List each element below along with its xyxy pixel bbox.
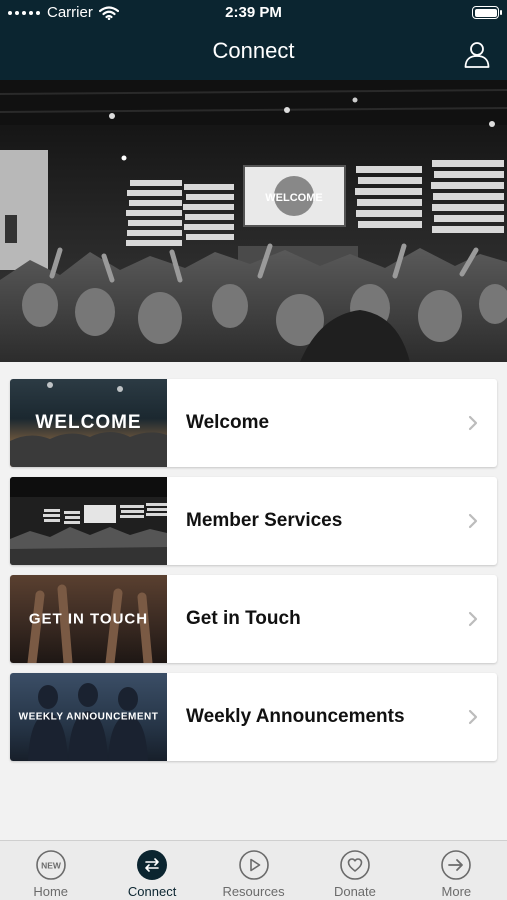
list-item-weekly-announcements[interactable]: WEEKLY ANNOUNCEMENT Weekly Announcements: [10, 673, 497, 761]
new-badge-icon: NEW: [35, 850, 66, 880]
hero-screen-text: WELCOME: [265, 192, 322, 204]
stage-graphic: [10, 477, 167, 565]
tab-bar: NEW Home Connect Resources Donate More: [0, 840, 507, 900]
swap-arrows-icon: [137, 850, 168, 880]
thumb-label: WEEKLY ANNOUNCEMENT: [18, 711, 159, 723]
tab-label: Connect: [127, 884, 177, 899]
tab-label: More: [441, 884, 472, 899]
status-bar: Carrier 2:39 PM: [0, 0, 507, 26]
card-title: Member Services: [186, 510, 343, 531]
chevron-right-icon: [468, 611, 478, 627]
tab-home-badge-text: NEW: [41, 861, 62, 871]
member-services-thumbnail: [10, 477, 167, 565]
tab-label: Resources: [222, 884, 285, 899]
card-title: Welcome: [186, 412, 270, 433]
tab-home[interactable]: NEW Home: [0, 841, 101, 900]
connect-list: WELCOME Welcome Member Services GET IN T…: [10, 379, 497, 771]
tab-label: Home: [33, 884, 69, 899]
welcome-thumbnail: WELCOME: [10, 379, 167, 467]
tab-label: Donate: [333, 884, 376, 899]
list-item-member-services[interactable]: Member Services: [10, 477, 497, 565]
get-in-touch-thumbnail: GET IN TOUCH: [10, 575, 167, 663]
chevron-right-icon: [468, 709, 478, 725]
top-bar: Carrier 2:39 PM Connect: [0, 0, 507, 80]
list-item-get-in-touch[interactable]: GET IN TOUCH Get in Touch: [10, 575, 497, 663]
thumb-label: WELCOME: [35, 412, 142, 433]
status-time: 2:39 PM: [225, 4, 282, 21]
tab-connect[interactable]: Connect: [101, 841, 202, 900]
list-item-welcome[interactable]: WELCOME Welcome: [10, 379, 497, 467]
weekly-announcement-thumbnail: WEEKLY ANNOUNCEMENT: [10, 673, 167, 761]
tab-donate[interactable]: Donate: [304, 841, 405, 900]
thumb-label: GET IN TOUCH: [28, 610, 149, 628]
tab-more[interactable]: More: [406, 841, 507, 900]
chevron-right-icon: [468, 513, 478, 529]
screen: Carrier 2:39 PM Connect WELCOME WELCOME …: [0, 0, 507, 900]
person-icon[interactable]: [463, 40, 491, 68]
card-title: Get in Touch: [186, 608, 301, 629]
arrow-right-circle-icon: [441, 850, 472, 880]
heart-circle-icon: [340, 850, 370, 880]
page-title: Connect: [212, 38, 295, 63]
battery-icon: [472, 6, 502, 19]
play-circle-icon: [238, 850, 269, 880]
chevron-right-icon: [468, 415, 478, 431]
card-title: Weekly Announcements: [186, 706, 405, 727]
worship-photo: WELCOME: [0, 80, 507, 362]
tab-resources[interactable]: Resources: [203, 841, 304, 900]
hero-image: WELCOME: [0, 80, 507, 362]
